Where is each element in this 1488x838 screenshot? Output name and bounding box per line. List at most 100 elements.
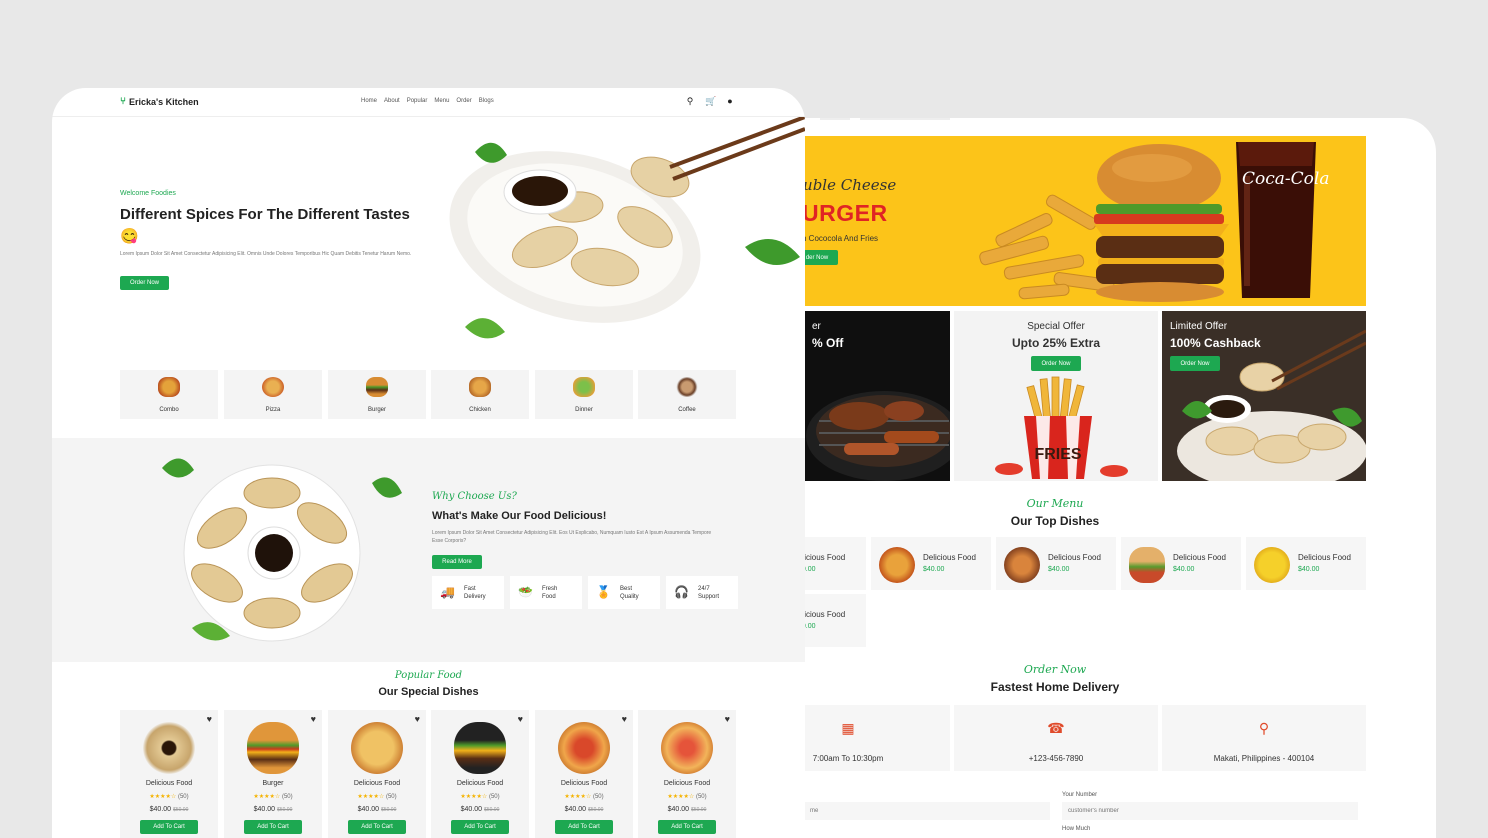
cart-icon[interactable]: 🛒 xyxy=(705,96,716,107)
add-to-cart-button[interactable]: Add To Cart xyxy=(244,820,302,834)
product-rating: ★★★★☆ (50) xyxy=(120,793,218,800)
why-description: Lorem Ipsum Dolor Sit Amet Consectetur A… xyxy=(432,530,712,544)
address-card: ⚲ Makati, Philippines - 400104 xyxy=(1162,705,1366,771)
why-title: What's Make Our Food Delicious! xyxy=(432,510,607,522)
number-field[interactable] xyxy=(1062,802,1358,820)
category-pizza[interactable]: Pizza xyxy=(224,370,322,419)
combo-image xyxy=(158,377,180,397)
feature-label-line2: Food xyxy=(542,594,556,600)
offer-card-fries[interactable]: FRIES Special Offer Upto 25% Extra Order… xyxy=(954,311,1158,481)
nav-link-home[interactable]: Home xyxy=(361,98,377,104)
price-current: $40.00 xyxy=(357,806,380,813)
navbar: ⑂ Ericka's Kitchen Home About Popular Me… xyxy=(52,88,805,117)
corn-image xyxy=(1254,547,1290,583)
user-icon[interactable]: ● xyxy=(725,96,735,107)
rating-count: (50) xyxy=(385,794,397,800)
banner-headline: URGER xyxy=(804,200,888,226)
dish-price: $40.00 xyxy=(1173,566,1195,573)
product-name: Delicious Food xyxy=(145,780,193,787)
product-name: Delicious Food xyxy=(560,780,608,787)
product-card: ♥ Delicious Food ★★★★☆ (50) $40.00 $50.00… xyxy=(431,710,529,838)
fries-box-text: FRIES xyxy=(1034,446,1081,463)
product-rating: ★★★★☆ (50) xyxy=(328,793,426,800)
coffee-image xyxy=(676,377,698,397)
offer-title: 100% Cashback xyxy=(1170,336,1261,350)
offer-subtitle: Limited Offer xyxy=(1170,321,1228,332)
nav-link-menu[interactable]: Menu xyxy=(434,98,449,104)
category-dinner[interactable]: Dinner xyxy=(535,370,633,419)
feature-label-line1: Best xyxy=(620,586,633,592)
offer-title: % Off xyxy=(812,336,844,350)
add-to-cart-button[interactable]: Add To Cart xyxy=(451,820,509,834)
offer-card-grill[interactable]: er % Off xyxy=(804,311,950,481)
price-old: $50.00 xyxy=(691,807,707,813)
price-old: $50.00 xyxy=(588,807,604,813)
dish-card[interactable]: Delicious Food $40.00 xyxy=(996,537,1116,590)
menu-title: Our Top Dishes xyxy=(1010,514,1100,528)
add-to-cart-button[interactable]: Add To Cart xyxy=(555,820,613,834)
category-burger[interactable]: Burger xyxy=(328,370,426,419)
feature-fast-delivery: 🚚 Fast Delivery xyxy=(432,576,504,609)
product-rating: ★★★★☆ (50) xyxy=(535,793,633,800)
rating-stars: ★★★★☆ xyxy=(564,794,592,800)
offer-card-dumplings[interactable]: Limited Offer 100% Cashback Order Now xyxy=(1162,311,1366,481)
calendar-icon: ▦ xyxy=(841,720,855,736)
feature-best-quality: 🏅 Best Quality xyxy=(588,576,660,609)
dish-name: elicious Food xyxy=(798,610,846,619)
menu-script: Our Menu xyxy=(1026,497,1084,510)
pizza-image xyxy=(262,377,284,397)
feature-support: 🎧 24/7 Support xyxy=(666,576,738,609)
medal-icon: 🏅 xyxy=(596,585,611,599)
heart-icon[interactable]: ♥ xyxy=(725,714,730,724)
dish-card[interactable]: Delicious Food $40.00 xyxy=(1121,537,1241,590)
offer-order-button[interactable]: Order Now xyxy=(1031,356,1081,371)
product-name: Delicious Food xyxy=(663,780,711,787)
category-combo[interactable]: Combo xyxy=(120,370,218,419)
nav-link-blogs[interactable]: Blogs xyxy=(479,98,494,104)
add-to-cart-button[interactable]: Add To Cart xyxy=(348,820,406,834)
rating-count: (50) xyxy=(177,794,189,800)
ghost-tab xyxy=(860,118,950,120)
heart-icon[interactable]: ♥ xyxy=(311,714,316,724)
category-chicken[interactable]: Chicken xyxy=(431,370,529,419)
category-coffee[interactable]: Coffee xyxy=(638,370,736,419)
search-icon[interactable]: ⚲ xyxy=(685,96,695,107)
banner-order-button[interactable]: der Now xyxy=(804,250,838,265)
feature-fresh-food: 🥗 Fresh Food xyxy=(510,576,582,609)
rating-stars: ★★★★☆ xyxy=(667,794,695,800)
category-label: Pizza xyxy=(265,407,281,413)
burger-image xyxy=(247,722,299,774)
sandwich-image xyxy=(1004,547,1040,583)
rating-count: (50) xyxy=(695,794,707,800)
phone-card: ☎ +123-456-7890 xyxy=(954,705,1158,771)
heart-icon[interactable]: ♥ xyxy=(622,714,627,724)
nav-link-order[interactable]: Order xyxy=(456,98,471,104)
site-logo[interactable]: ⑂ Ericka's Kitchen xyxy=(120,96,199,107)
product-rating: ★★★★☆ (50) xyxy=(224,793,322,800)
dish-card[interactable]: Delicious Food $40.00 xyxy=(871,537,991,590)
banner-subtitle: h Cococola And Fries xyxy=(804,234,879,243)
price-current: $40.00 xyxy=(253,806,276,813)
category-label: Chicken xyxy=(469,407,491,413)
price-current: $40.00 xyxy=(460,806,483,813)
feature-label-line1: Fast xyxy=(464,586,476,592)
nav-link-popular[interactable]: Popular xyxy=(407,98,428,104)
order-script: Order Now xyxy=(1023,663,1087,676)
category-label: Dinner xyxy=(575,407,593,413)
nav-link-about[interactable]: About xyxy=(384,98,400,104)
add-to-cart-button[interactable]: Add To Cart xyxy=(658,820,716,834)
hero-title: Different Spices For The Different Taste… xyxy=(120,206,410,245)
hero-order-button[interactable]: Order Now xyxy=(120,276,169,290)
heart-icon[interactable]: ♥ xyxy=(207,714,212,724)
offer-order-button[interactable]: Order Now xyxy=(1170,356,1220,371)
name-field[interactable] xyxy=(804,802,1050,820)
headset-icon: 🎧 xyxy=(674,585,689,599)
heart-icon[interactable]: ♥ xyxy=(518,714,523,724)
add-to-cart-button[interactable]: Add To Cart xyxy=(140,820,198,834)
dish-card[interactable]: Delicious Food $40.00 xyxy=(1246,537,1366,590)
nav-links: Home About Popular Menu Order Blogs xyxy=(361,98,494,104)
feature-label-line1: Fresh xyxy=(542,586,558,592)
heart-icon[interactable]: ♥ xyxy=(415,714,420,724)
read-more-button[interactable]: Read More xyxy=(432,555,482,569)
chicken-image xyxy=(469,377,491,397)
